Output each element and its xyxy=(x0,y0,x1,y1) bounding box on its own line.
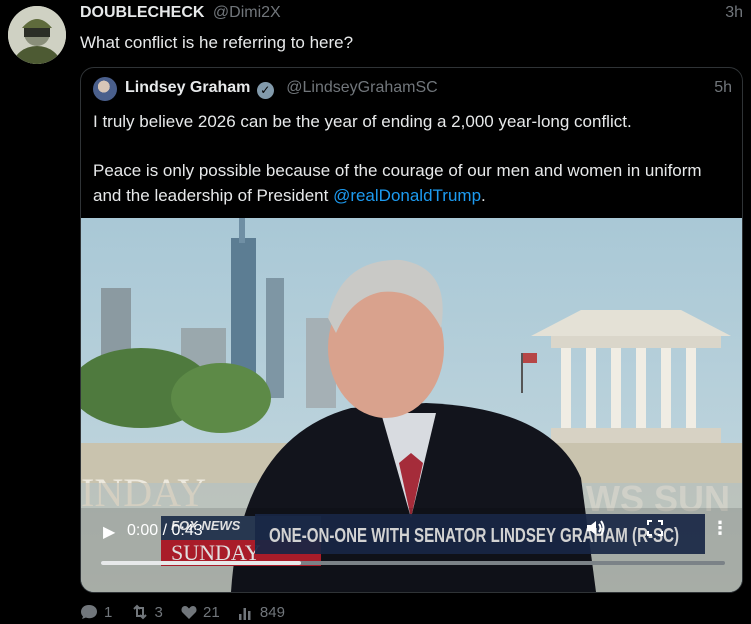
repost-icon xyxy=(132,604,147,619)
reply-count: 1 xyxy=(104,603,113,621)
post-header: DOUBLECHECK @Dimi2X xyxy=(80,4,281,22)
video-time: 0:00 / 0:43 xyxy=(127,522,203,539)
quoted-text: I truly believe 2026 can be the year of … xyxy=(93,109,733,232)
quoted-header: Lindsey Graham ✓ @LindseyGrahamSC xyxy=(125,79,438,99)
avatar[interactable] xyxy=(8,6,66,64)
quoted-time[interactable]: 5h xyxy=(714,79,732,97)
views-button[interactable]: 849 xyxy=(238,604,285,621)
quoted-author-name[interactable]: Lindsey Graham xyxy=(125,79,250,96)
like-count: 21 xyxy=(203,603,220,621)
author-handle[interactable]: @Dimi2X xyxy=(213,4,281,21)
mention-link[interactable]: @realDonaldTrump xyxy=(333,186,481,205)
like-button[interactable]: 21 xyxy=(181,604,220,621)
video-player[interactable]: INDAY WS SUN FOX NEWS SUNDAY ONE-ON-ONE … xyxy=(81,218,742,592)
quoted-avatar[interactable] xyxy=(93,77,117,101)
play-icon[interactable]: ▶ xyxy=(103,522,115,542)
views-count: 849 xyxy=(259,603,285,621)
quoted-paragraph-2-end: . xyxy=(481,186,486,205)
fullscreen-icon[interactable] xyxy=(647,520,663,536)
action-bar: 1 3 21 849 xyxy=(80,603,299,621)
views-icon xyxy=(238,607,251,620)
volume-icon[interactable] xyxy=(586,519,606,542)
repost-count: 3 xyxy=(154,603,163,621)
reply-icon xyxy=(81,604,97,619)
more-icon[interactable]: ⋮ xyxy=(711,518,729,539)
like-icon xyxy=(181,605,197,619)
quoted-paragraph-2: Peace is only possible because of the co… xyxy=(93,158,733,208)
video-progress-fill xyxy=(101,561,301,565)
author-name[interactable]: DOUBLECHECK xyxy=(80,4,204,21)
post-time[interactable]: 3h xyxy=(725,4,743,22)
quoted-paragraph-1: I truly believe 2026 can be the year of … xyxy=(93,112,632,131)
quoted-post[interactable]: Lindsey Graham ✓ @LindseyGrahamSC 5h I t… xyxy=(80,67,743,593)
video-progress-bar[interactable] xyxy=(101,561,725,565)
verified-badge-icon: ✓ xyxy=(256,82,274,99)
quoted-author-handle[interactable]: @LindseyGrahamSC xyxy=(286,79,437,96)
post-text: What conflict is he referring to here? xyxy=(80,33,354,52)
reply-button[interactable]: 1 xyxy=(80,604,112,621)
repost-button[interactable]: 3 xyxy=(131,604,163,621)
